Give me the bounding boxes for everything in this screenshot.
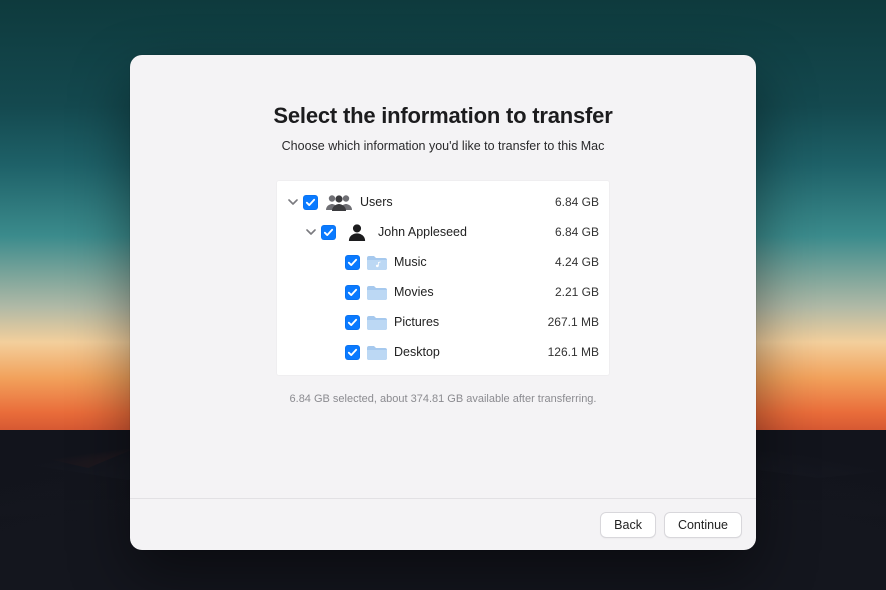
tree-row-movies[interactable]: Movies 2.21 GB <box>287 277 599 307</box>
tree-size: 6.84 GB <box>529 195 599 209</box>
tree-label: Movies <box>394 285 434 299</box>
window-footer: Back Continue <box>130 498 756 550</box>
tree-label: Music <box>394 255 427 269</box>
continue-button[interactable]: Continue <box>664 512 742 538</box>
user-silhouette-icon <box>342 223 372 241</box>
folder-music-icon <box>366 253 388 271</box>
tree-row-desktop[interactable]: Desktop 126.1 MB <box>287 337 599 367</box>
tree-size: 267.1 MB <box>529 315 599 329</box>
tree-size: 4.24 GB <box>529 255 599 269</box>
checkbox-user[interactable] <box>321 225 336 240</box>
tree-label: Users <box>360 195 393 209</box>
checkbox-users[interactable] <box>303 195 318 210</box>
tree-row-music[interactable]: Music 4.24 GB <box>287 247 599 277</box>
chevron-down-icon[interactable] <box>287 196 299 208</box>
migration-assistant-window: Select the information to transfer Choos… <box>130 55 756 550</box>
tree-size: 126.1 MB <box>529 345 599 359</box>
window-content: Select the information to transfer Choos… <box>130 55 756 498</box>
back-button[interactable]: Back <box>600 512 656 538</box>
tree-label: John Appleseed <box>378 225 467 239</box>
folder-icon <box>366 343 388 361</box>
tree-row-pictures[interactable]: Pictures 267.1 MB <box>287 307 599 337</box>
chevron-down-icon[interactable] <box>305 226 317 238</box>
tree-label: Pictures <box>394 315 439 329</box>
tree-row-users[interactable]: Users 6.84 GB <box>287 187 599 217</box>
users-group-icon <box>324 193 354 211</box>
checkbox-item[interactable] <box>345 315 360 330</box>
tree-size: 6.84 GB <box>529 225 599 239</box>
checkbox-item[interactable] <box>345 345 360 360</box>
checkbox-item[interactable] <box>345 255 360 270</box>
tree-row-user[interactable]: John Appleseed 6.84 GB <box>287 217 599 247</box>
tree-size: 2.21 GB <box>529 285 599 299</box>
tree-label: Desktop <box>394 345 440 359</box>
page-title: Select the information to transfer <box>273 103 612 129</box>
folder-icon <box>366 283 388 301</box>
checkbox-item[interactable] <box>345 285 360 300</box>
folder-icon <box>366 313 388 331</box>
status-text: 6.84 GB selected, about 374.81 GB availa… <box>290 393 597 405</box>
page-subtitle: Choose which information you'd like to t… <box>282 139 605 153</box>
transfer-tree: Users 6.84 GB John Appleseed <box>277 181 609 375</box>
